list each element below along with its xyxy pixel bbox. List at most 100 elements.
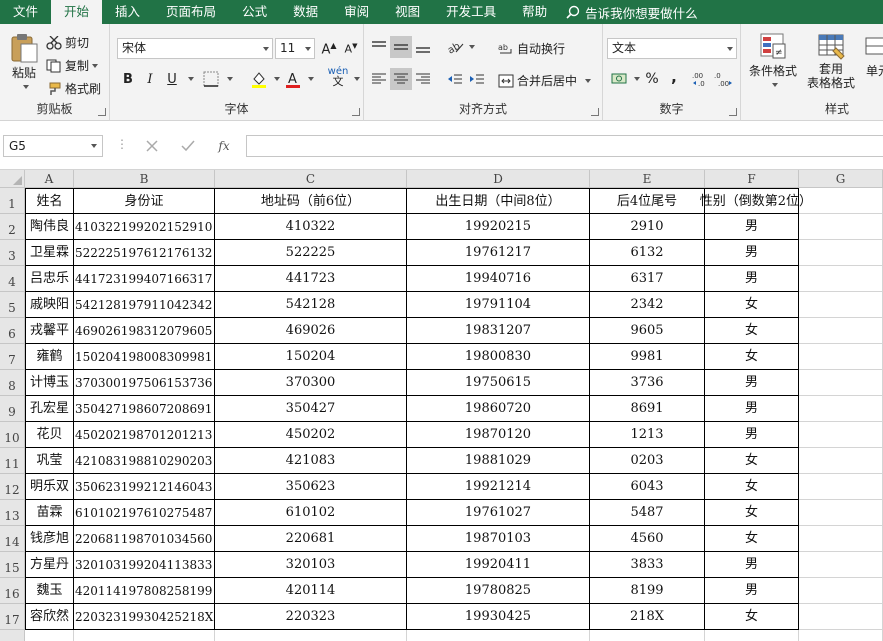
table-cell[interactable]: 441723 [215,266,407,292]
font-size-select[interactable]: 11 [275,38,315,59]
enter-button[interactable] [176,135,200,157]
table-cell[interactable] [74,630,215,641]
row-header[interactable]: 10 [0,422,25,448]
increase-decimal-button[interactable]: .00.0 [691,68,713,90]
table-cell[interactable]: 吕忠乐 [25,266,74,292]
table-cell[interactable] [705,630,799,641]
table-cell[interactable]: 2910 [590,214,705,240]
table-cell[interactable]: 男 [705,240,799,266]
align-middle-button[interactable] [390,36,412,58]
row-header[interactable]: 15 [0,552,25,578]
increase-indent-button[interactable] [466,68,488,90]
align-right-button[interactable] [412,68,434,90]
paste-button[interactable]: 粘贴 [6,32,42,89]
table-cell[interactable] [799,292,883,318]
menu-tab-7[interactable]: 视图 [382,0,433,24]
table-cell[interactable] [799,552,883,578]
font-launcher-icon[interactable] [352,108,360,116]
table-cell[interactable]: 218X [590,604,705,630]
border-dropdown-icon[interactable] [227,77,233,81]
table-cell[interactable] [799,422,883,448]
align-top-button[interactable] [368,36,390,58]
header-cell[interactable]: 性别（倒数第2位） [700,188,812,214]
number-format-select[interactable]: 文本 [607,38,737,59]
row-header[interactable]: 7 [0,344,25,370]
table-cell[interactable]: 6317 [590,266,705,292]
table-cell[interactable]: 522225197612176132 [74,240,215,266]
table-cell[interactable]: 4560 [590,526,705,552]
format-painter-button[interactable]: 格式刷 [46,80,101,97]
table-cell[interactable] [590,630,705,641]
table-cell[interactable]: 0203 [590,448,705,474]
table-cell[interactable]: 19920215 [407,214,590,240]
table-cell[interactable]: 350623 [215,474,407,500]
table-cell[interactable] [799,396,883,422]
underline-dropdown-icon[interactable] [188,77,194,81]
table-cell[interactable]: 542128 [215,292,407,318]
menu-tab-2[interactable]: 插入 [102,0,153,24]
table-cell[interactable]: 男 [705,396,799,422]
menu-tab-0[interactable]: 文件 [0,0,51,24]
table-cell[interactable]: 6043 [590,474,705,500]
table-cell[interactable]: 9605 [590,318,705,344]
table-cell[interactable]: 320103199204113833 [74,552,215,578]
table-cell[interactable]: 420114 [215,578,407,604]
table-cell[interactable] [799,630,883,641]
column-header[interactable]: A [25,170,74,188]
merge-center-button[interactable]: 合并后居中 [498,72,592,89]
table-cell[interactable]: 420114197808258199 [74,578,215,604]
header-cell[interactable]: 身份证 [74,188,215,214]
table-cell[interactable]: 610102197610275487 [74,500,215,526]
bold-button[interactable]: B [117,68,139,90]
border-button[interactable] [200,68,222,90]
name-box[interactable]: G5 [3,135,103,157]
row-header[interactable]: 17 [0,604,25,630]
align-left-button[interactable] [368,68,390,90]
menu-tab-9[interactable]: 帮助 [509,0,560,24]
cell-styles-button[interactable]: 单元 [863,32,883,79]
table-cell[interactable] [25,630,74,641]
row-header[interactable]: 11 [0,448,25,474]
table-cell[interactable]: 1213 [590,422,705,448]
column-header[interactable]: E [590,170,705,188]
header-cell[interactable]: 姓名 [25,188,74,214]
table-cell[interactable]: 350427 [215,396,407,422]
table-cell[interactable] [799,578,883,604]
table-cell[interactable]: 19780825 [407,578,590,604]
table-cell[interactable]: 苗霖 [25,500,74,526]
underline-button[interactable]: U [161,68,183,90]
row-header[interactable]: 1 [0,188,25,214]
table-cell[interactable]: 女 [705,604,799,630]
align-center-button[interactable] [390,68,412,90]
table-cell[interactable]: 魏玉 [25,578,74,604]
column-header[interactable]: G [799,170,883,188]
decrease-indent-button[interactable] [444,68,466,90]
table-cell[interactable]: 19860720 [407,396,590,422]
row-header[interactable]: 2 [0,214,25,240]
table-cell[interactable]: 320103 [215,552,407,578]
table-cell[interactable] [215,630,407,641]
table-cell[interactable]: 3736 [590,370,705,396]
table-cell[interactable]: 女 [705,344,799,370]
table-cell[interactable]: 220681198701034560 [74,526,215,552]
fill-color-button[interactable] [248,68,270,90]
table-cell[interactable]: 19800830 [407,344,590,370]
table-cell[interactable]: 410322 [215,214,407,240]
table-cell[interactable]: 方星丹 [25,552,74,578]
table-cell[interactable]: 19930425 [407,604,590,630]
table-cell[interactable]: 雍鹤 [25,344,74,370]
row-header[interactable]: 16 [0,578,25,604]
table-cell[interactable]: 370300197506153736 [74,370,215,396]
table-cell[interactable]: 19761217 [407,240,590,266]
menu-tab-1[interactable]: 开始 [51,0,103,24]
table-cell[interactable]: 戎馨平 [25,318,74,344]
align-bottom-button[interactable] [412,36,434,58]
table-cell[interactable]: 410322199202152910 [74,214,215,240]
table-cell[interactable]: 19870120 [407,422,590,448]
fill-color-dropdown-icon[interactable] [274,77,280,81]
table-cell[interactable]: 男 [705,214,799,240]
table-cell[interactable]: 女 [705,526,799,552]
table-cell[interactable]: 19831207 [407,318,590,344]
cut-button[interactable]: 剪切 [46,34,89,51]
table-cell[interactable]: 9981 [590,344,705,370]
